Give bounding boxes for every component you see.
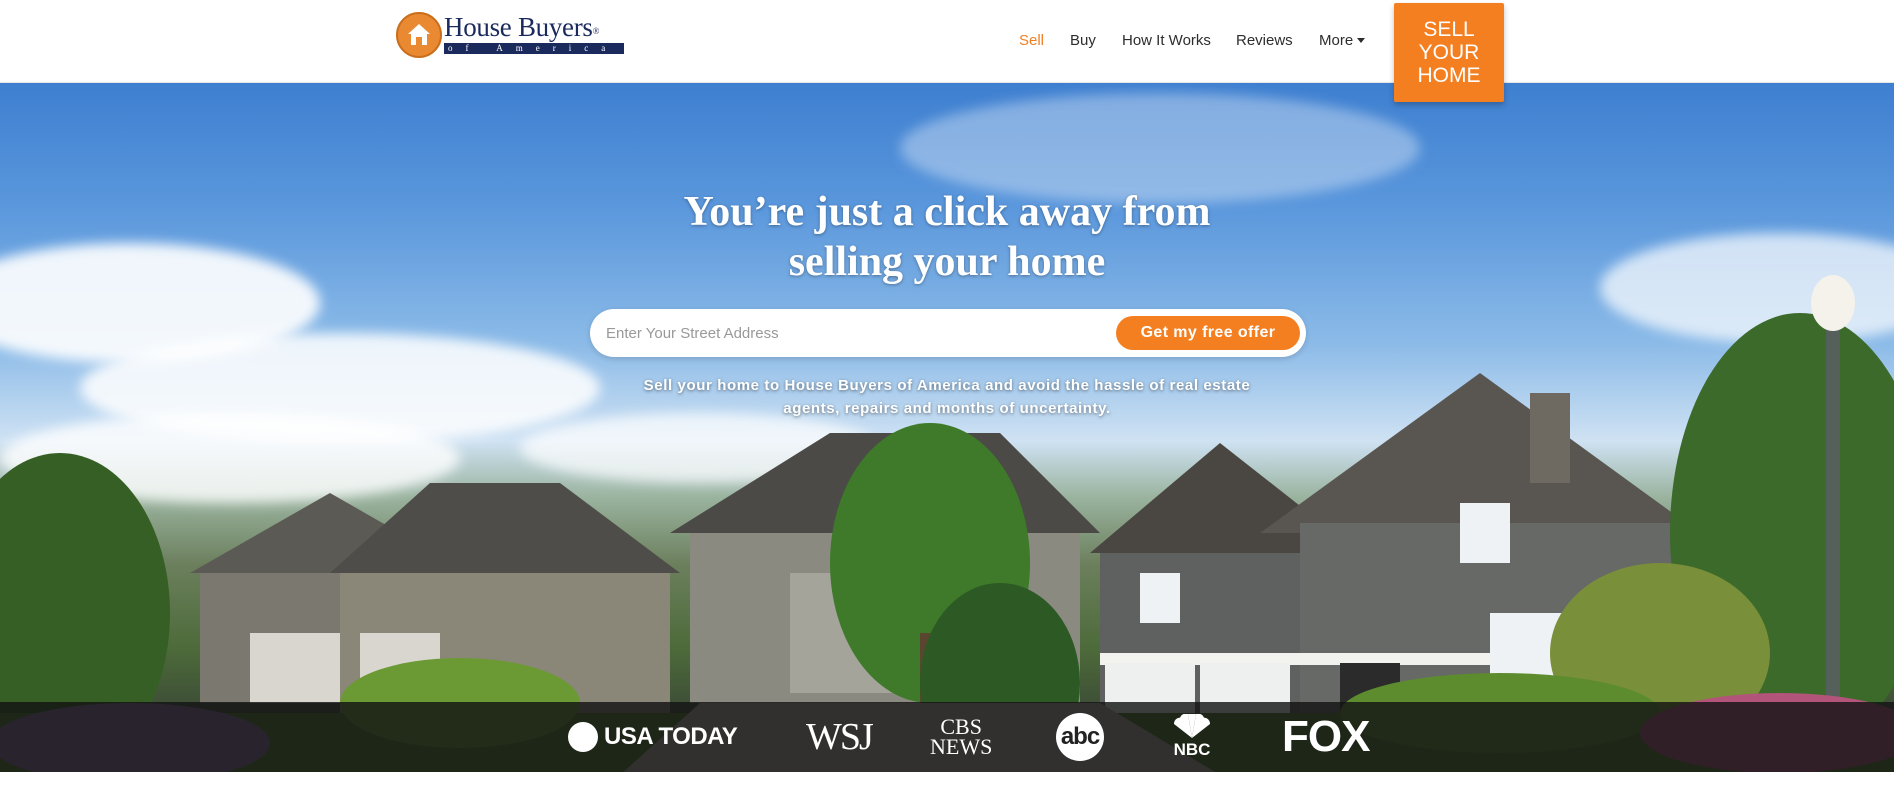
hero-subtext-line1: Sell your home to House Buyers of Americ… — [643, 377, 1251, 394]
news-text: NEWS — [930, 734, 993, 759]
abc-logo: abc — [1056, 702, 1104, 772]
press-logos-bar: USA TODAY WSJ CBS NEWS abc NBC FOX — [0, 702, 1894, 772]
site-header: House Buyers® of America Sell Buy How It… — [0, 0, 1894, 83]
caret-down-icon — [1357, 38, 1366, 44]
nav-item-more-label: More — [1319, 31, 1354, 49]
nav-item-more[interactable]: More — [1319, 31, 1366, 49]
sell-your-home-button[interactable]: SELL YOUR HOME — [1394, 3, 1504, 102]
page-bottom — [0, 772, 1894, 790]
address-search-form: Get my free offer — [590, 309, 1306, 357]
nav-item-sell[interactable]: Sell — [1019, 32, 1044, 49]
usa-today-text: USA TODAY — [604, 723, 738, 750]
hero-headline-line2: selling your home — [788, 239, 1106, 285]
usa-today-dot-icon — [568, 722, 598, 752]
fox-logo: FOX — [1282, 712, 1370, 761]
cbs-news-logo: CBS NEWS — [930, 702, 992, 772]
brand-name: House Buyers — [444, 12, 593, 42]
house-icon — [396, 12, 442, 58]
nav-item-reviews[interactable]: Reviews — [1236, 32, 1293, 49]
hero-headline: You’re just a click away from selling yo… — [0, 187, 1894, 287]
street-address-input[interactable] — [606, 317, 1086, 349]
hero-subtext-line2: agents, repairs and months of uncertaint… — [783, 400, 1111, 417]
nbc-logo: NBC — [1170, 702, 1214, 772]
usa-today-logo: USA TODAY — [568, 702, 738, 772]
abc-text: abc — [1056, 713, 1104, 761]
hero-headline-line1: You’re just a click away from — [683, 189, 1211, 235]
nbc-text: NBC — [1173, 740, 1211, 759]
peacock-icon — [1173, 714, 1211, 738]
nav-item-how-it-works[interactable]: How It Works — [1122, 32, 1211, 49]
brand-tagline: of America — [444, 43, 624, 54]
get-free-offer-button[interactable]: Get my free offer — [1116, 316, 1300, 350]
brand-wordmark: House Buyers® of America — [444, 12, 624, 54]
registered-mark: ® — [592, 26, 600, 36]
hero-section: You’re just a click away from selling yo… — [0, 83, 1894, 772]
brand-logo[interactable]: House Buyers® of America — [396, 10, 636, 60]
nav-item-buy[interactable]: Buy — [1070, 32, 1096, 49]
hero-subtext: Sell your home to House Buyers of Americ… — [0, 374, 1894, 420]
wsj-logo: WSJ — [806, 716, 874, 758]
